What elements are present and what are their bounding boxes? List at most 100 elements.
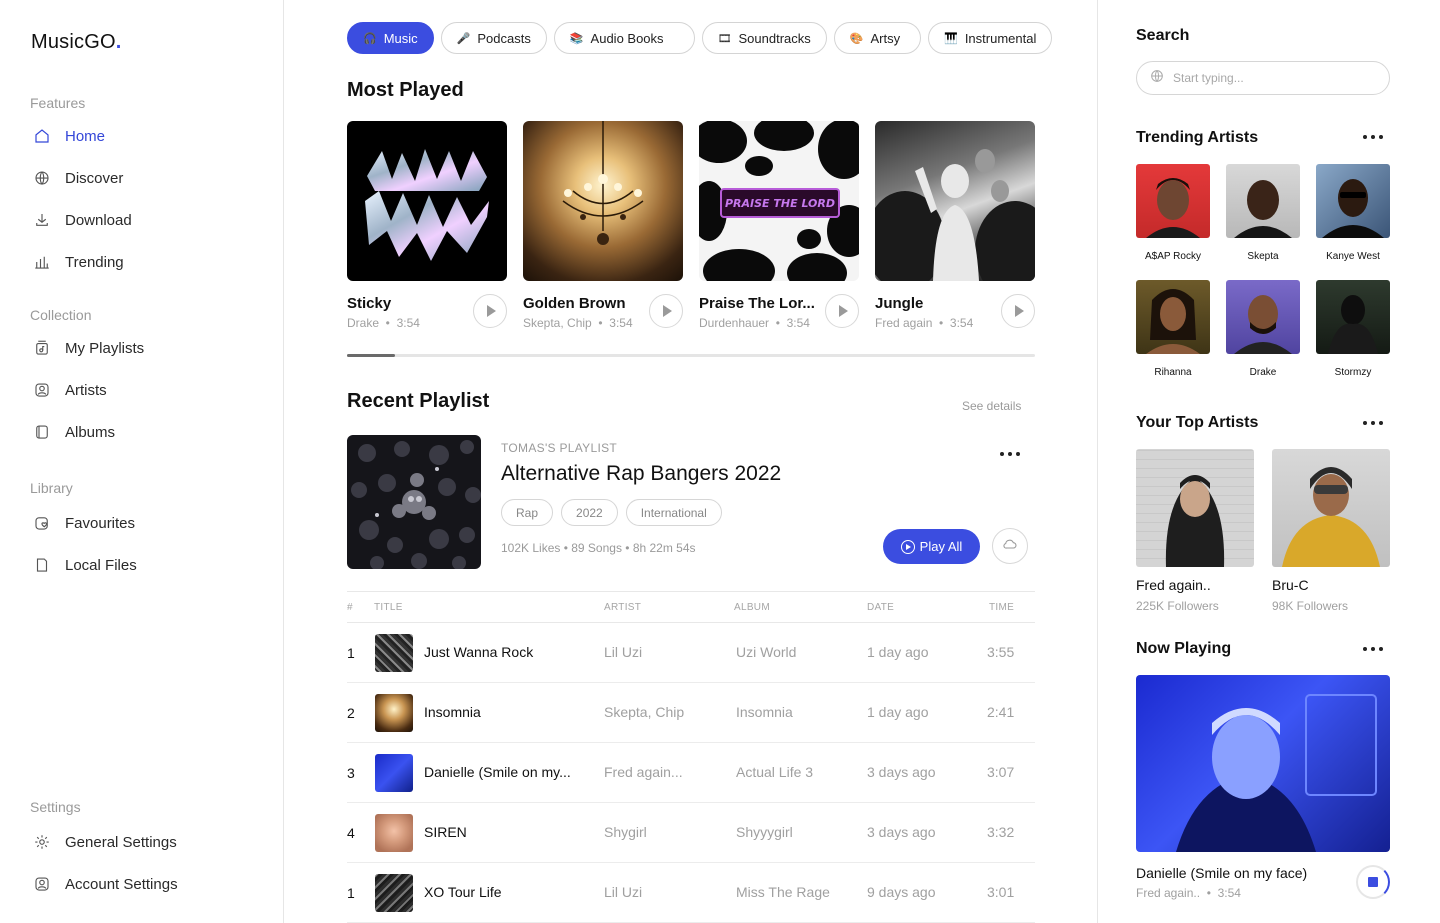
col-header-date[interactable]: DATE — [867, 602, 894, 613]
track-artist: Fred again — [875, 316, 933, 330]
see-details-link[interactable]: See details — [962, 399, 1021, 413]
artist-photo[interactable] — [1272, 449, 1390, 567]
now-playing-duration: 3:54 — [1217, 886, 1241, 900]
play-button[interactable] — [825, 294, 859, 328]
most-played-card[interactable]: PRAISE THE LORD Praise The Lor... Durden… — [699, 121, 859, 330]
table-row[interactable]: 3 Danielle (Smile on my... Fred again...… — [347, 743, 1035, 803]
home-icon — [32, 126, 52, 146]
trending-artist-card[interactable]: Stormzy — [1316, 280, 1390, 378]
carousel-scrollbar[interactable] — [347, 354, 1035, 357]
album-cover[interactable] — [347, 121, 507, 281]
now-playing-artwork[interactable] — [1136, 675, 1390, 852]
cloud-download-button[interactable] — [992, 528, 1028, 564]
chip-instrumental[interactable]: 🎹 Instrumental — [928, 22, 1053, 54]
track-meta: Drake • 3:54 — [347, 316, 420, 330]
artist-photo[interactable] — [1136, 280, 1210, 354]
recent-playlist-heading: Recent Playlist — [347, 390, 490, 412]
track-title[interactable]: Golden Brown — [523, 295, 641, 312]
most-played-card[interactable]: Golden Brown Skepta, Chip • 3:54 — [523, 121, 683, 330]
sidebar-item-trending[interactable]: Trending — [32, 250, 124, 274]
most-played-card[interactable]: Sticky Drake • 3:54 — [347, 121, 507, 330]
sidebar-item-home[interactable]: Home — [32, 124, 105, 148]
tag-chip[interactable]: Rap — [501, 499, 554, 526]
play-button[interactable] — [473, 294, 507, 328]
row-number: 1 — [347, 885, 355, 901]
now-playing-title[interactable]: Danielle (Smile on my face) — [1136, 865, 1307, 881]
playlist-more-icon[interactable] — [1000, 452, 1020, 456]
table-row[interactable]: 1 Just Wanna Rock Lil Uzi Uzi World 1 da… — [347, 623, 1035, 683]
now-playing-meta: Fred again.. • 3:54 — [1136, 886, 1241, 900]
album-cover[interactable] — [875, 121, 1035, 281]
play-button[interactable] — [1001, 294, 1035, 328]
now-playing-artist: Fred again.. — [1136, 886, 1201, 900]
row-number: 4 — [347, 825, 355, 841]
artist-name: A$AP Rocky — [1145, 251, 1201, 262]
now-playing-more-icon[interactable] — [1363, 647, 1383, 651]
artist-photo[interactable] — [1136, 164, 1210, 238]
artist-photo[interactable] — [1226, 164, 1300, 238]
sidebar-item-my-playlists[interactable]: My Playlists — [32, 336, 144, 360]
table-row[interactable]: 1 XO Tour Life Lil Uzi Miss The Rage 9 d… — [347, 863, 1035, 923]
carousel-scroll-thumb[interactable] — [347, 354, 395, 357]
sidebar-item-local-files[interactable]: Local Files — [32, 553, 137, 577]
sidebar-item-general-settings[interactable]: General Settings — [32, 830, 177, 854]
trending-more-icon[interactable] — [1363, 135, 1383, 139]
file-icon — [32, 555, 52, 575]
col-header-album[interactable]: ALBUM — [734, 602, 770, 613]
search-input[interactable] — [1173, 71, 1373, 85]
playlist-cover[interactable] — [347, 435, 481, 569]
album-cover[interactable] — [523, 121, 683, 281]
album-icon — [32, 422, 52, 442]
tag-chip[interactable]: International — [625, 499, 722, 526]
trending-artist-card[interactable]: Drake — [1226, 280, 1300, 378]
sidebar-item-account-settings[interactable]: Account Settings — [32, 872, 178, 896]
sidebar-item-download[interactable]: Download — [32, 208, 132, 232]
row-artist: Fred again... — [604, 764, 683, 780]
chip-podcasts[interactable]: 🎤 Podcasts — [440, 22, 547, 54]
sidebar-item-albums[interactable]: Albums — [32, 420, 115, 444]
top-artist-card[interactable]: Bru-C 98K Followers — [1272, 449, 1390, 613]
artist-photo[interactable] — [1226, 280, 1300, 354]
track-title[interactable]: Sticky — [347, 295, 465, 312]
headphones-icon: 🎧 — [363, 32, 377, 45]
table-row[interactable]: 4 SIREN Shygirl Shyyygirl 3 days ago 3:3… — [347, 803, 1035, 863]
trending-artist-card[interactable]: Kanye West — [1316, 164, 1390, 262]
artist-photo[interactable] — [1136, 449, 1254, 567]
sidebar-item-favourites[interactable]: Favourites — [32, 511, 135, 535]
track-meta: Durdenhauer • 3:54 — [699, 316, 810, 330]
app-logo[interactable]: MusicGO. — [31, 31, 122, 54]
play-button[interactable] — [649, 294, 683, 328]
track-title[interactable]: Praise The Lor... — [699, 295, 817, 312]
artist-name: Fred again.. — [1136, 577, 1211, 593]
section-label-settings: Settings — [30, 799, 81, 815]
col-header-title[interactable]: TITLE — [374, 602, 403, 613]
trending-artist-card[interactable]: Skepta — [1226, 164, 1300, 262]
track-title[interactable]: Jungle — [875, 295, 993, 312]
sidebar-item-discover[interactable]: Discover — [32, 166, 123, 190]
stop-button[interactable] — [1356, 865, 1390, 899]
play-all-button[interactable]: Play All — [883, 529, 980, 564]
album-cover[interactable]: PRAISE THE LORD — [699, 121, 859, 281]
chip-artsy[interactable]: 🎨 Artsy — [833, 22, 922, 54]
trending-artist-card[interactable]: Rihanna — [1136, 280, 1210, 378]
tag-chip[interactable]: 2022 — [561, 499, 618, 526]
chip-label: Artsy — [870, 30, 901, 46]
search-box[interactable] — [1136, 61, 1390, 95]
chip-soundtracks[interactable]: 🎞 Soundtracks — [701, 22, 827, 54]
top-artists-more-icon[interactable] — [1363, 421, 1383, 425]
artist-photo[interactable] — [1316, 280, 1390, 354]
chip-label: Podcasts — [477, 30, 531, 46]
chip-label: Soundtracks — [738, 30, 811, 46]
trending-artist-card[interactable]: A$AP Rocky — [1136, 164, 1210, 262]
playlist-title[interactable]: Alternative Rap Bangers 2022 — [501, 462, 781, 486]
chip-music[interactable]: 🎧 Music — [347, 22, 434, 54]
col-header-artist[interactable]: ARTIST — [604, 602, 641, 613]
sidebar-item-artists[interactable]: Artists — [32, 378, 107, 402]
table-row[interactable]: 2 Insomnia Skepta, Chip Insomnia 1 day a… — [347, 683, 1035, 743]
col-header-time[interactable]: TIME — [989, 602, 1014, 613]
row-date: 1 day ago — [867, 704, 929, 720]
top-artist-card[interactable]: Fred again.. 225K Followers — [1136, 449, 1254, 613]
most-played-card[interactable]: Jungle Fred again • 3:54 — [875, 121, 1035, 330]
artist-photo[interactable] — [1316, 164, 1390, 238]
chip-audio-books[interactable]: 📚 Audio Books — [553, 22, 695, 54]
